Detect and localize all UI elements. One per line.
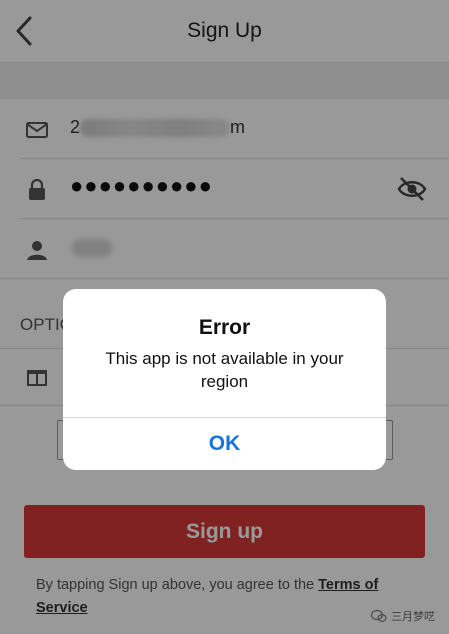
ok-button[interactable]: OK bbox=[63, 418, 386, 470]
error-alert-dialog: Error This app is not available in your … bbox=[63, 289, 386, 470]
alert-title: Error bbox=[198, 316, 251, 339]
alert-message: This app is not available in your region bbox=[105, 349, 344, 391]
